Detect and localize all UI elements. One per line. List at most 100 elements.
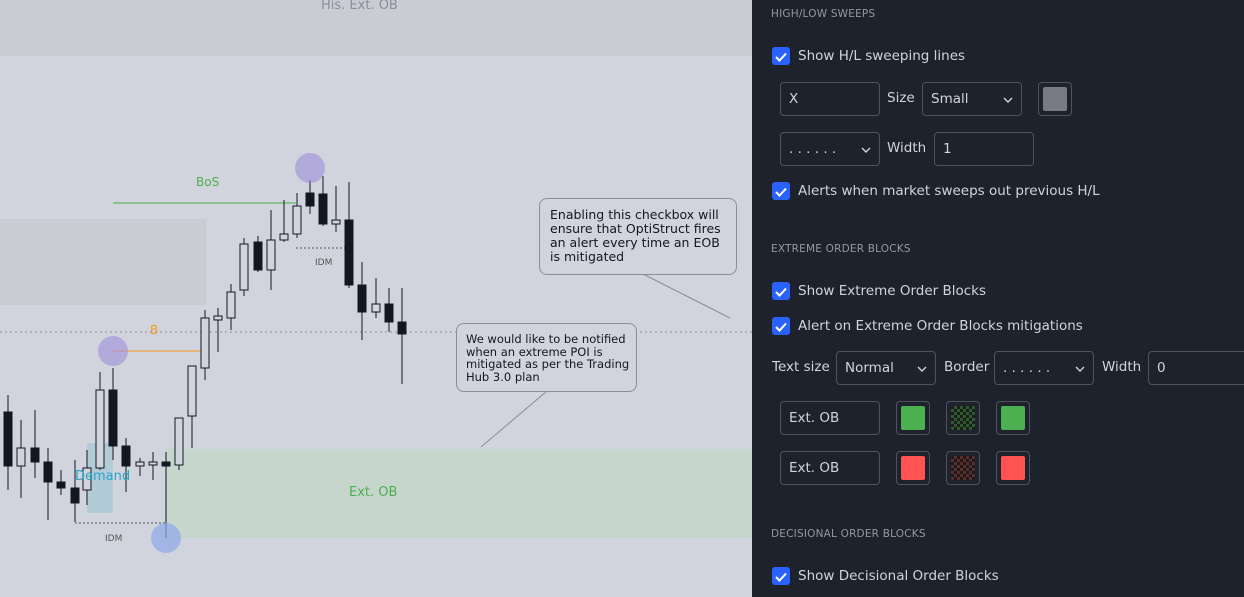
candle-body [384, 303, 394, 323]
show-decisional-ob-label: Show Decisional Order Blocks [798, 568, 999, 584]
alert-extreme-ob-row[interactable]: Alert on Extreme Order Blocks mitigation… [772, 317, 1083, 335]
sweep-width-input[interactable]: 1 [934, 132, 1034, 166]
callout-pointer-bottom [480, 390, 548, 448]
width-label: Width [887, 140, 927, 156]
candle-body [148, 461, 158, 466]
bullish-text-swatch[interactable] [996, 401, 1030, 435]
candle-body [213, 315, 223, 321]
text-size-label: Text size [772, 359, 830, 375]
candle-body [357, 284, 367, 313]
candle-body [371, 303, 381, 313]
bullish-text-color [1001, 406, 1025, 430]
chevron-down-icon [1003, 91, 1013, 107]
candle-body [16, 447, 26, 467]
section-title-extreme: EXTREME ORDER BLOCKS [771, 243, 911, 255]
text-size-select[interactable]: Normal [836, 351, 936, 385]
candle-body [200, 317, 210, 369]
show-hl-sweeping-lines-label: Show H/L sweeping lines [798, 48, 966, 64]
candle-body [70, 487, 80, 504]
bos-label: BoS [196, 175, 220, 189]
section-title-decisional: DECISIONAL ORDER BLOCKS [771, 528, 926, 540]
candle-body [43, 461, 53, 483]
sweep-circle-low [151, 523, 181, 553]
bearish-transparent-color [951, 456, 975, 480]
callout-pointer-top [642, 273, 731, 319]
candle-body [305, 192, 315, 207]
ext-width-label: Width [1102, 359, 1142, 375]
notify-note-callout: We would like to be notified when an ext… [456, 323, 637, 392]
chart-canvas[interactable] [0, 0, 752, 597]
candle-body [318, 193, 328, 225]
sweep-color-swatch[interactable] [1038, 82, 1072, 116]
checkbox-note-callout: Enabling this checkbox will ensure that … [539, 198, 737, 275]
alert-extreme-ob-label: Alert on Extreme Order Blocks mitigation… [798, 318, 1083, 334]
sweep-alerts-checkbox[interactable] [772, 182, 790, 200]
candle-body [226, 291, 236, 319]
bearish-fill-swatch[interactable] [896, 451, 930, 485]
bullish-fill-swatch[interactable] [896, 401, 930, 435]
size-select[interactable]: Small [922, 82, 1022, 116]
chart-area[interactable]: His. Ext. OB BoS B IDM IDM Demand Ext. O… [0, 0, 752, 597]
candle-body [187, 365, 197, 417]
candle-body [95, 389, 105, 469]
candle-body [135, 461, 145, 467]
bearish-text-color [1001, 456, 1025, 480]
line-style-select[interactable]: . . . . . . [780, 132, 880, 166]
bearish-text-swatch[interactable] [996, 451, 1030, 485]
show-hl-sweeping-lines-row[interactable]: Show H/L sweeping lines [772, 47, 965, 65]
candle-body [121, 445, 131, 467]
candle-body [56, 481, 66, 489]
show-hl-sweeping-lines-checkbox[interactable] [772, 47, 790, 65]
candle-body [279, 233, 289, 241]
text-size-value: Normal [845, 360, 894, 376]
ext-ob-zone [165, 449, 752, 538]
border-style-select[interactable]: . . . . . . [994, 351, 1094, 385]
sweep-circle-mid [98, 336, 128, 366]
sweep-symbol-input[interactable]: X [780, 82, 880, 116]
size-select-value: Small [931, 91, 969, 107]
b-label: B [150, 323, 159, 337]
ext-width-input[interactable]: 0 [1148, 351, 1244, 385]
bearish-ext-ob-text-input[interactable]: Ext. OB [780, 451, 880, 485]
size-label: Size [887, 90, 915, 106]
sweep-circle-high [295, 153, 325, 183]
candle-body [239, 243, 249, 291]
line-style-value: . . . . . . [789, 141, 837, 157]
show-extreme-ob-checkbox[interactable] [772, 282, 790, 300]
sweep-alerts-row[interactable]: Alerts when market sweeps out previous H… [772, 182, 1100, 200]
show-decisional-ob-row[interactable]: Show Decisional Order Blocks [772, 567, 999, 585]
bullish-transparent-color [951, 406, 975, 430]
idm-top-label: IDM [315, 258, 333, 268]
checkmark-icon [775, 567, 787, 586]
demand-label: Demand [75, 469, 131, 484]
border-style-value: . . . . . . [1003, 360, 1051, 376]
bullish-transparent-swatch[interactable] [946, 401, 980, 435]
chevron-down-icon [917, 360, 927, 376]
settings-panel: HIGH/LOW SWEEPS Show H/L sweeping lines … [752, 0, 1244, 597]
historic-ext-ob-label: His. Ext. OB [321, 0, 398, 13]
ext-ob-zone-label: Ext. OB [349, 485, 398, 500]
candle-body [108, 389, 118, 447]
bearish-transparent-swatch[interactable] [946, 451, 980, 485]
alert-extreme-ob-checkbox[interactable] [772, 317, 790, 335]
bearish-fill-color [901, 456, 925, 480]
show-decisional-ob-checkbox[interactable] [772, 567, 790, 585]
show-extreme-ob-label: Show Extreme Order Blocks [798, 283, 987, 299]
idm-bottom-label: IDM [105, 534, 123, 544]
checkmark-icon [775, 47, 787, 66]
border-label: Border [944, 359, 990, 375]
show-extreme-ob-row[interactable]: Show Extreme Order Blocks [772, 282, 986, 300]
candle-body [30, 447, 40, 463]
sweep-alerts-label: Alerts when market sweeps out previous H… [798, 183, 1100, 199]
chevron-down-icon [1075, 360, 1085, 376]
candle-body [3, 411, 13, 467]
candle-body [266, 239, 276, 271]
bullish-ext-ob-text-input[interactable]: Ext. OB [780, 401, 880, 435]
checkmark-icon [775, 182, 787, 201]
supply-zone [0, 219, 206, 305]
checkmark-icon [775, 317, 787, 336]
candle-body [161, 461, 171, 467]
candle-body [174, 417, 184, 466]
sweep-color-fill [1043, 87, 1067, 111]
candle-body [344, 219, 354, 286]
